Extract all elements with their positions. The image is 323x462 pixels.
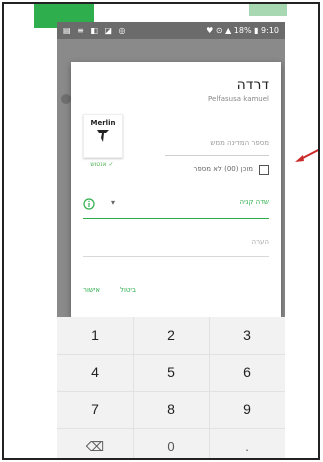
checkbox[interactable]: [259, 165, 269, 175]
note-field[interactable]: הערה: [83, 232, 269, 257]
status-left-icons: ▤ ≡ ◧ ◪ ◎: [63, 26, 128, 35]
key-2[interactable]: 2: [133, 317, 209, 354]
dialog-title: דרדה: [236, 77, 269, 93]
key-0[interactable]: 0: [133, 428, 209, 458]
brand-logo-text: Merlin: [90, 119, 116, 127]
key-8[interactable]: 8: [133, 391, 209, 428]
key-1[interactable]: 1: [57, 317, 133, 354]
key-4[interactable]: 4: [57, 354, 133, 391]
confirm-button[interactable]: אישור: [83, 286, 100, 294]
bird-logo-icon: [97, 130, 109, 142]
key-5[interactable]: 5: [133, 354, 209, 391]
key-dot[interactable]: .: [209, 428, 285, 458]
key-7[interactable]: 7: [57, 391, 133, 428]
background-peek-dot: [61, 94, 71, 104]
checkbox-label: מוכן (00) לא מספר: [193, 165, 253, 173]
status-bar: ▤ ≡ ◧ ◪ ◎ ♥ ⊙ ▲ 18% ▮ 9:10: [57, 22, 285, 39]
key-9[interactable]: 9: [209, 391, 285, 428]
info-icon[interactable]: [83, 198, 95, 210]
purchase-field-label: שדה קניה: [239, 198, 270, 206]
annotation-arrow-icon: [295, 149, 318, 162]
key-backspace[interactable]: ⌫: [57, 428, 133, 458]
purchase-field[interactable]: ▾ שדה קניה: [83, 194, 269, 219]
cancel-button[interactable]: ביטול: [120, 286, 136, 294]
brand-caption: אנטוש ✓: [90, 161, 114, 168]
phone-screen: ▤ ≡ ◧ ◪ ◎ ♥ ⊙ ▲ 18% ▮ 9:10 דרדה Pelfasus…: [57, 22, 285, 458]
chevron-down-icon[interactable]: ▾: [111, 198, 121, 210]
key-6[interactable]: 6: [209, 354, 285, 391]
key-3[interactable]: 3: [209, 317, 285, 354]
dialog-subtitle: Pelfasusa kamuel: [208, 95, 269, 103]
top-green-strip: [249, 4, 287, 16]
status-right-info: ♥ ⊙ ▲ 18% ▮ 9:10: [206, 26, 279, 35]
screenshot-frame: ▤ ≡ ◧ ◪ ◎ ♥ ⊙ ▲ 18% ▮ 9:10 דרדה Pelfasus…: [2, 2, 320, 460]
dialog: דרדה Pelfasusa kamuel Merlin אנטוש ✓ מספ…: [71, 62, 281, 317]
numeric-keypad: 1 2 3 4 5 6 7 8 9 ⌫ 0 .: [57, 317, 285, 458]
note-placeholder: הערה: [251, 238, 269, 246]
number-input[interactable]: מספר המדינה ממש: [210, 139, 269, 147]
brand-logo-card[interactable]: Merlin: [83, 114, 123, 158]
